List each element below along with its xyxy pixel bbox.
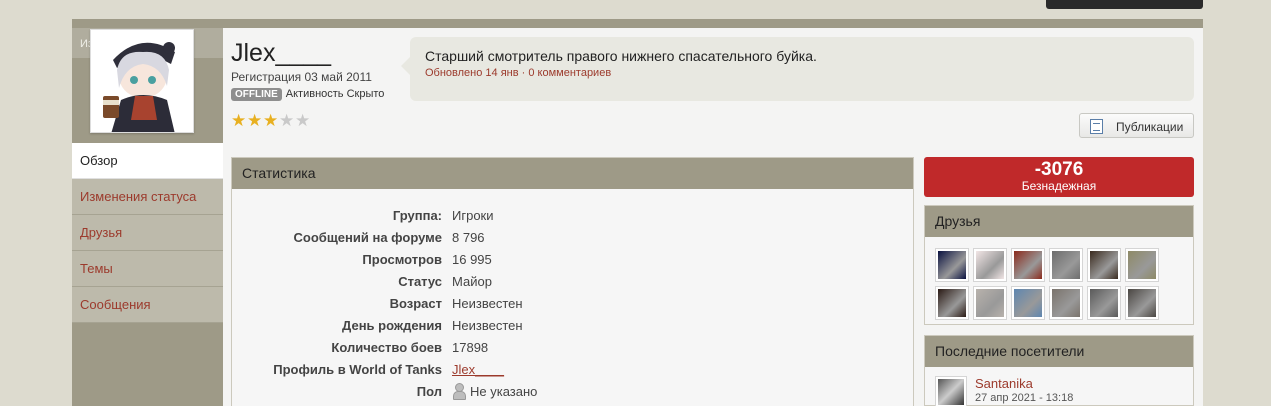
profile-top-strip — [72, 19, 1203, 28]
stat-key: Возраст — [389, 295, 442, 311]
stat-row-gender: Пол Не указано — [232, 380, 913, 402]
stat-row-age: Возраст Неизвестен — [232, 292, 913, 314]
stat-row-views: Просмотров 16 995 — [232, 248, 913, 270]
registration-date: Регистрация 03 май 2011 — [231, 70, 372, 84]
stat-row-group: Группа: Игроки — [232, 204, 913, 226]
stat-key: Статус — [398, 273, 442, 289]
stat-value: Неизвестен — [452, 317, 523, 333]
stat-value: 17898 — [452, 339, 489, 355]
avatar-image — [91, 30, 193, 132]
friend-avatar[interactable] — [1049, 248, 1083, 282]
offline-badge: OFFLINE — [231, 87, 282, 101]
stat-row-wot-profile: Профиль в World of Tanks Jlex____ — [232, 358, 913, 380]
statistics-list: Группа: Игроки Сообщений на форуме 8 796 П… — [232, 204, 913, 402]
visitor-info: Santanika 27 апр 2021 - 13:18 — [975, 376, 1073, 406]
recent-visitors-title: Последние посетители — [925, 336, 1193, 367]
person-icon — [452, 383, 466, 400]
publications-label: Публикации — [1116, 120, 1184, 134]
friend-avatar[interactable] — [1125, 248, 1159, 282]
friend-avatar[interactable] — [1011, 286, 1045, 320]
friend-avatar[interactable] — [1125, 286, 1159, 320]
nav-posts[interactable]: Сообщения — [72, 287, 223, 323]
friends-panel: Друзья — [924, 205, 1194, 325]
stat-value: Майор — [452, 273, 492, 289]
stat-key: Сообщений на форуме — [293, 229, 442, 245]
stat-value: 8 796 — [452, 229, 485, 245]
friends-title: Друзья — [925, 206, 1193, 237]
stat-row-status: Статус Майор — [232, 270, 913, 292]
star-icon: ★ — [263, 111, 279, 130]
visitor-avatar[interactable] — [935, 376, 967, 406]
visitor-item: Santanika 27 апр 2021 - 13:18 — [935, 376, 1073, 406]
friend-avatar[interactable] — [1087, 286, 1121, 320]
presence-line: OFFLINE Активность Скрыто — [231, 87, 384, 101]
friend-avatar[interactable] — [935, 248, 969, 282]
nav-topics[interactable]: Темы — [72, 251, 223, 287]
stat-key: Профиль в World of Tanks — [273, 361, 442, 377]
friend-avatar[interactable] — [973, 286, 1007, 320]
profile-container: Изменить Обзор Изменения статуса Друзья … — [72, 19, 1203, 406]
status-text: Старший смотритель правого нижнего спаса… — [425, 48, 817, 64]
stat-row-battles: Количество боев 17898 — [232, 336, 913, 358]
publications-button[interactable]: Публикации — [1079, 113, 1194, 138]
friend-avatar[interactable] — [1087, 248, 1121, 282]
reputation-label: Безнадежная — [1021, 179, 1097, 193]
visitor-date: 27 апр 2021 - 13:18 — [975, 392, 1074, 404]
profile-avatar[interactable] — [90, 29, 194, 133]
star-empty-icon: ★ — [295, 111, 311, 130]
recent-visitors-panel: Последние посетители Santanika 27 апр 20… — [924, 335, 1194, 406]
visitor-name-link[interactable]: Santanika — [975, 376, 1073, 391]
reputation-value: -3076 — [1034, 159, 1084, 180]
stat-value: 16 995 — [452, 251, 492, 267]
profile-nav: Обзор Изменения статуса Друзья Темы Сооб… — [72, 143, 223, 323]
friend-avatar[interactable] — [1011, 248, 1045, 282]
friends-grid — [935, 248, 1159, 320]
stat-value-gender: Не указано — [452, 383, 538, 400]
username-title: Jlex____ — [231, 39, 332, 67]
star-icon: ★ — [247, 111, 263, 130]
stat-value: Неизвестен — [452, 295, 523, 311]
stat-row-birthday: День рождения Неизвестен — [232, 314, 913, 336]
stat-key: Группа: — [392, 207, 442, 223]
statistics-title: Статистика — [232, 158, 913, 189]
friend-avatar[interactable] — [1049, 286, 1083, 320]
stat-key: Количество боев — [331, 339, 442, 355]
top-user-bar[interactable] — [1046, 0, 1203, 9]
wot-profile-link[interactable]: Jlex____ — [452, 362, 504, 377]
statistics-panel: Статистика Группа: Игроки Сообщений на фо… — [231, 157, 914, 406]
stat-value: Игроки — [452, 207, 494, 223]
friend-avatar[interactable] — [935, 286, 969, 320]
gender-value: Не указано — [470, 383, 538, 399]
status-meta-link[interactable]: Обновлено 14 янв · 0 комментариев — [425, 67, 611, 79]
friend-avatar[interactable] — [973, 248, 1007, 282]
nav-status-updates[interactable]: Изменения статуса — [72, 179, 223, 215]
reputation-badge: -3076 Безнадежная — [924, 157, 1194, 197]
status-bubble: Старший смотритель правого нижнего спаса… — [401, 37, 1194, 101]
nav-friends[interactable]: Друзья — [72, 215, 223, 251]
stat-key: Просмотров — [362, 251, 442, 267]
star-empty-icon: ★ — [279, 111, 295, 130]
profile-sidebar: Изменить Обзор Изменения статуса Друзья … — [72, 28, 223, 406]
star-icon: ★ — [231, 111, 247, 130]
document-icon — [1090, 119, 1103, 134]
activity-text: Активность Скрыто — [285, 88, 385, 100]
rating-stars[interactable]: ★ ★ ★ ★ ★ — [231, 112, 311, 129]
nav-overview[interactable]: Обзор — [72, 143, 223, 179]
stat-key: День рождения — [342, 317, 442, 333]
stat-key: Пол — [416, 383, 442, 399]
stat-row-posts: Сообщений на форуме 8 796 — [232, 226, 913, 248]
